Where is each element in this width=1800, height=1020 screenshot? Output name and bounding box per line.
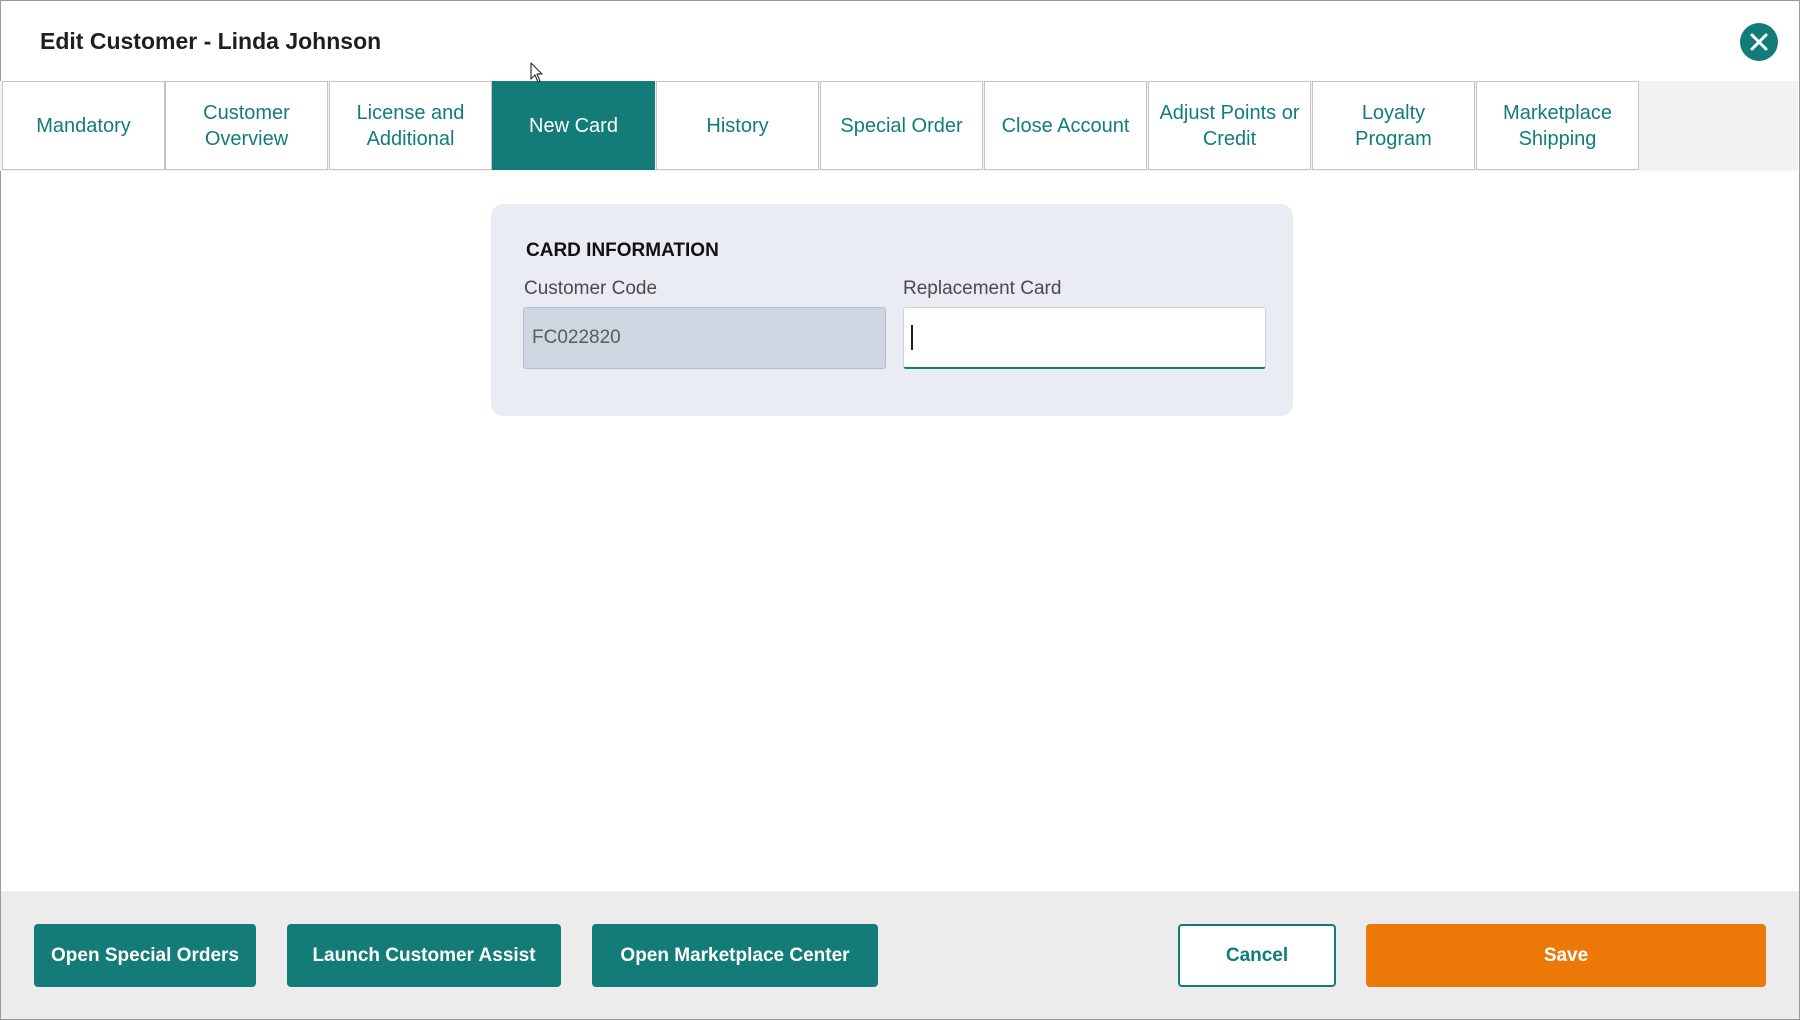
tab-mandatory[interactable]: Mandatory [2, 81, 165, 170]
card-information-heading: CARD INFORMATION [526, 240, 719, 261]
close-icon [1750, 33, 1768, 51]
replacement-card-input[interactable] [903, 307, 1266, 369]
open-marketplace-center-button[interactable]: Open Marketplace Center [592, 924, 878, 987]
tab-customer-overview[interactable]: Customer Overview [165, 81, 328, 170]
cancel-button[interactable]: Cancel [1178, 924, 1336, 987]
tab-license-and-additional[interactable]: License and Additional [329, 81, 492, 170]
replacement-card-label: Replacement Card [903, 278, 1062, 299]
open-special-orders-button[interactable]: Open Special Orders [34, 924, 256, 987]
text-caret [911, 325, 913, 350]
launch-customer-assist-button[interactable]: Launch Customer Assist [287, 924, 561, 987]
tab-new-card[interactable]: New Card [492, 81, 655, 170]
save-button[interactable]: Save [1366, 924, 1766, 987]
close-button[interactable] [1740, 23, 1778, 61]
customer-code-label: Customer Code [524, 278, 658, 299]
tab-history[interactable]: History [656, 81, 819, 170]
tab-close-account[interactable]: Close Account [984, 81, 1147, 170]
tab-special-order[interactable]: Special Order [820, 81, 983, 170]
mouse-pointer-icon [530, 62, 543, 83]
tab-adjust-points-or-credit[interactable]: Adjust Points or Credit [1148, 81, 1311, 170]
tab-loyalty-program[interactable]: Loyalty Program [1312, 81, 1475, 170]
window-title: Edit Customer - Linda Johnson [40, 28, 382, 54]
customer-code-field [523, 307, 886, 369]
tab-marketplace-shipping[interactable]: Marketplace Shipping [1476, 81, 1639, 170]
